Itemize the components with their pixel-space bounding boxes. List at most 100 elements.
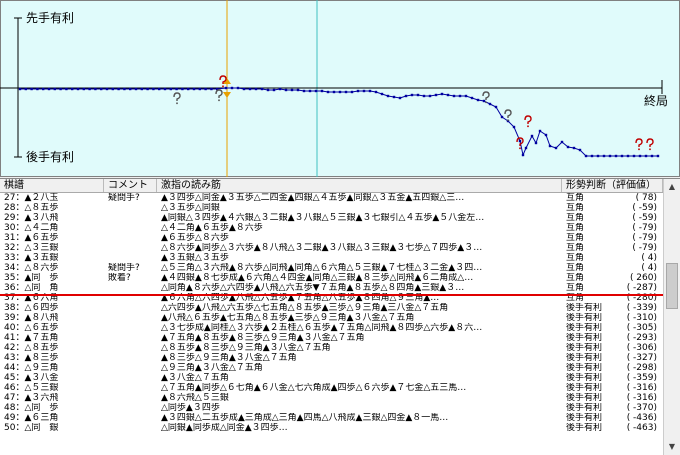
scroll-thumb[interactable] bbox=[666, 263, 678, 309]
trace-point bbox=[181, 87, 184, 91]
table-row[interactable]: 39：▲８八飛 ▲八飛△６五歩▲七五角△８五歩▲三歩△９三角▲３八金△７五角 後手有… bbox=[0, 313, 663, 323]
judgement-cell: 後手有利 bbox=[566, 403, 603, 413]
judgement-cell: 後手有利 bbox=[566, 353, 603, 363]
table-row[interactable]: 40：△６五歩 △３七歩成▲同桂△３六歩▲２五桂△６五歩▲７五角△同飛▲８四歩△六… bbox=[0, 323, 663, 333]
trace-point bbox=[204, 87, 207, 91]
evaluation-graph-canvas[interactable] bbox=[0, 0, 680, 177]
judgement-cell: 互角 bbox=[566, 273, 585, 283]
score-cell: ( -293) bbox=[626, 333, 657, 343]
table-row[interactable]: 35：▲同 歩 敗着? ▲４四銀▲８七歩成▲６六角△４四金▲同角△三銀▲８三歩△同飛… bbox=[0, 273, 663, 283]
header-move[interactable]: 棋譜 bbox=[0, 179, 104, 192]
trace-point bbox=[254, 87, 258, 91]
table-row[interactable]: 42：△８五歩 △８五歩▲８三歩△９三角▲３八金△７五角 後手有利 ( -306) bbox=[0, 343, 663, 353]
trace-point bbox=[644, 154, 648, 158]
evaluation-graph[interactable]: 先手有利 後手有利 終局 bbox=[0, 0, 680, 177]
table-row[interactable]: 33：▲３五銀 ▲３五銀△３五歩 互角 ( 4) bbox=[0, 253, 663, 263]
trace-point bbox=[614, 154, 618, 158]
trace-point bbox=[602, 154, 606, 158]
trace-point bbox=[146, 87, 149, 91]
trace-point bbox=[440, 92, 444, 96]
scroll-down-icon[interactable]: ▼ bbox=[665, 440, 679, 454]
judgement-cell: 互角 bbox=[566, 253, 585, 263]
trace-point bbox=[534, 141, 538, 145]
table-row[interactable]: 49：▲６三角 ▲３四銀△二五歩成▲三角成△三角▲四馬△八飛成▲三銀△四金▲８一馬… bbox=[0, 413, 663, 423]
trace-point bbox=[350, 90, 354, 94]
trace-point bbox=[392, 95, 396, 99]
table-row[interactable]: 47：▲３六飛 ▲８六飛△５三銀 後手有利 ( -316) bbox=[0, 393, 663, 403]
score-cell: ( -79) bbox=[632, 223, 657, 233]
trace-point bbox=[584, 154, 588, 158]
table-row[interactable]: 43：▲８三歩 ▲８三歩△９三角▲３八金△７五角 後手有利 ( -327) bbox=[0, 353, 663, 363]
trace-point bbox=[230, 86, 234, 90]
table-row[interactable]: 48：△同 歩 △同歩▲３四歩 後手有利 ( -370) bbox=[0, 403, 663, 413]
move-cell: 38：△６四歩 bbox=[4, 303, 59, 313]
trace-point bbox=[192, 87, 196, 91]
pv-cell: ▲８三歩△９三角▲３八金△７五角 bbox=[161, 353, 297, 363]
trace-point bbox=[59, 87, 62, 91]
move-cell: 28：△８五歩 bbox=[4, 203, 59, 213]
table-row[interactable]: 32：△３三銀 △８六歩▲同歩△３六歩▲８八飛△３二銀▲３八銀△３三銀▲３七歩△７… bbox=[0, 243, 663, 253]
trace-point bbox=[404, 94, 408, 98]
table-row[interactable]: 36：△同 角 △同角▲８六歩△六四歩▲八飛△六五歩▼７五角▲８五歩△８四角▲三銀… bbox=[0, 283, 663, 293]
pv-cell: △同歩▲３四歩 bbox=[161, 403, 220, 413]
table-row[interactable]: 31：▲６五歩 ▲６五歩△８六歩 互角 ( -79) bbox=[0, 233, 663, 243]
comment-cell: 疑問手? bbox=[108, 193, 140, 203]
table-row[interactable]: 41：▲７五角 ▲７五角▲８五歩▲８三歩△９三角▲３八金△７五角 後手有利 ( -29… bbox=[0, 333, 663, 343]
trace-point bbox=[578, 148, 582, 152]
table-row[interactable]: 29：▲３八飛 ▲同銀△３四歩▲４六銀△３二銀▲３八銀△５三銀▲３七銀引△４五歩▲… bbox=[0, 213, 663, 223]
table-row[interactable]: 44：△９三角 △９三角▲３八金△７五角 後手有利 ( -298) bbox=[0, 363, 663, 373]
judgement-cell: 互角 bbox=[566, 223, 585, 233]
trace-point bbox=[308, 89, 312, 93]
move-cell: 35：▲同 歩 bbox=[4, 273, 59, 283]
trace-point bbox=[476, 98, 480, 102]
trace-point bbox=[620, 154, 624, 158]
pv-cell: △同角▲８六歩△六四歩▲八飛△六五歩▼７五角▲８五歩△８四角▲三銀▲３… bbox=[161, 283, 465, 293]
trace-point bbox=[134, 87, 138, 91]
move-analysis-table[interactable]: 棋譜 コメント 激指の読み筋 形勢判断（評価値） 27：▲２八玉 疑問手? ▲３四歩… bbox=[0, 178, 680, 455]
trace-point bbox=[512, 125, 516, 129]
trace-point bbox=[117, 87, 120, 91]
judgement-cell: 後手有利 bbox=[566, 303, 603, 313]
trace-point bbox=[123, 87, 126, 91]
trace-point bbox=[278, 87, 282, 91]
trace-point bbox=[548, 144, 552, 148]
judgement-cell: 互角 bbox=[566, 213, 585, 223]
move-cell: 31：▲６五歩 bbox=[4, 233, 59, 243]
vertical-scrollbar[interactable]: ▲ ▼ bbox=[663, 179, 680, 455]
score-cell: ( 78) bbox=[635, 193, 657, 203]
table-row[interactable]: 50：△同 銀 △同銀▲同歩成△同金▲３四歩… 後手有利 ( -463) bbox=[0, 423, 663, 433]
trace-point bbox=[94, 87, 97, 91]
move-cell: 43：▲８三歩 bbox=[4, 353, 59, 363]
pv-cell: △９三角▲３八金△７五角 bbox=[161, 363, 263, 373]
table-row[interactable]: 27：▲２八玉 疑問手? ▲３四歩△同金▲３五歩△二四金▲四銀△４五歩▲同銀△３五金… bbox=[0, 193, 663, 203]
score-cell: ( -79) bbox=[632, 243, 657, 253]
trace-point bbox=[410, 93, 414, 97]
trace-point bbox=[65, 87, 68, 91]
header-comment[interactable]: コメント bbox=[104, 179, 157, 192]
trace-point bbox=[500, 115, 504, 119]
header-evaluation[interactable]: 形勢判断（評価値） bbox=[562, 179, 663, 192]
table-row[interactable]: 28：△８五歩 △３五歩△同銀 互角 ( -59) bbox=[0, 203, 663, 213]
table-row[interactable]: 46：△５三銀 △７五角▲同歩△６七角▲６八金△七六角成▲四歩△６六歩▲７七金△五… bbox=[0, 383, 663, 393]
trace-point bbox=[224, 86, 228, 90]
pv-cell: △３五歩△同銀 bbox=[161, 203, 220, 213]
table-row[interactable]: 30：△４二角 △４二角▲６五歩▲８六歩 互角 ( -79) bbox=[0, 223, 663, 233]
pv-cell: △７五角▲同歩△６七角▲６八金△七六角成▲四歩△６六歩▲７七金△五三馬… bbox=[161, 383, 467, 393]
trace-point bbox=[452, 94, 456, 98]
trace-point bbox=[71, 87, 74, 91]
score-cell: ( -436) bbox=[626, 413, 657, 423]
header-pv[interactable]: 激指の読み筋 bbox=[157, 179, 562, 192]
pv-cell: ▲同銀△３四歩▲４六銀△３二銀▲３八銀△５三銀▲３七銀引△４五歩▲５八金左… bbox=[161, 213, 485, 223]
pv-cell: ▲３五銀△３五歩 bbox=[161, 253, 229, 263]
score-cell: ( -79) bbox=[632, 233, 657, 243]
trace-point bbox=[338, 90, 342, 94]
table-row[interactable]: 38：△６四歩 △六四歩▲八飛△六五歩△七五角△８五歩▲三歩△９三角▲三八金△７五… bbox=[0, 303, 663, 313]
scroll-up-icon[interactable]: ▲ bbox=[665, 180, 679, 194]
table-row[interactable]: 34：△８六歩 疑問手? △５三角△３六飛▲８六歩△同飛▲同角△６六角△５三銀▲７七… bbox=[0, 263, 663, 273]
table-row[interactable]: 45：▲３八金 ▲３八金△７五角 後手有利 ( -359) bbox=[0, 373, 663, 383]
pv-cell: ▲７五角▲８五歩▲８三歩△９三角▲３八金△７五角 bbox=[161, 333, 365, 343]
trace-point bbox=[386, 94, 390, 98]
gote-advantage-label: 後手有利 bbox=[25, 150, 76, 164]
trace-point bbox=[572, 146, 576, 150]
pv-cell: ▲６五歩△８六歩 bbox=[161, 233, 229, 243]
